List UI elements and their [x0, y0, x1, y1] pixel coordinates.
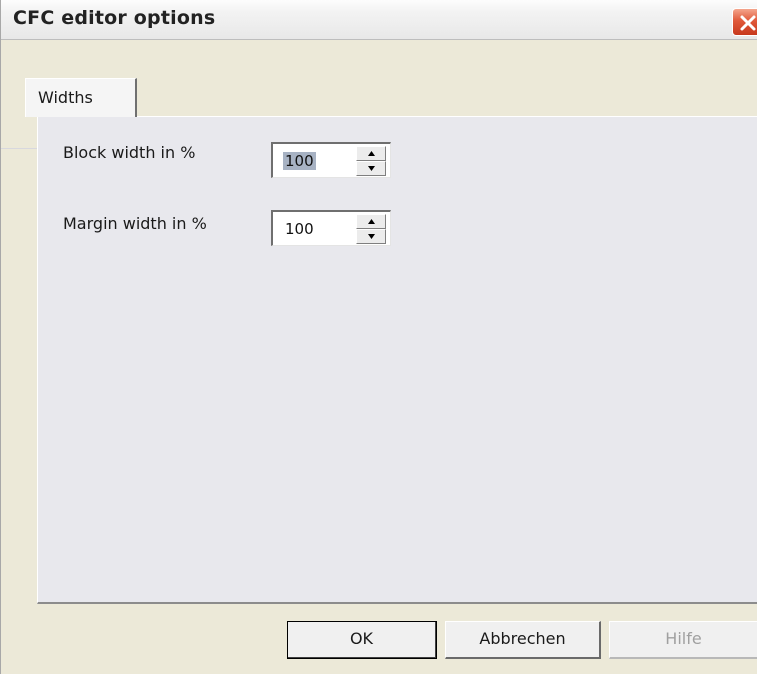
triangle-down-icon [368, 234, 375, 239]
margin-width-decrement-button[interactable] [356, 229, 386, 244]
margin-width-input[interactable]: 100 [283, 220, 316, 238]
dialog-title: CFC editor options [13, 7, 216, 29]
margin-width-spin-buttons [356, 214, 386, 244]
block-width-increment-button[interactable] [356, 146, 386, 161]
block-width-input[interactable]: 100 [283, 152, 316, 170]
help-button[interactable]: Hilfe [609, 621, 757, 659]
ok-button[interactable]: OK [287, 621, 437, 659]
close-x-icon [740, 15, 756, 31]
cancel-button[interactable]: Abbrechen [445, 621, 601, 659]
triangle-up-icon [368, 151, 375, 156]
margin-width-increment-button[interactable] [356, 214, 386, 229]
ok-button-label: OK [349, 629, 374, 648]
triangle-up-icon [368, 219, 375, 224]
block-width-label: Block width in % [63, 143, 196, 162]
margin-width-label: Margin width in % [63, 214, 207, 233]
tab-panel-widths [37, 116, 757, 604]
help-button-label: Hilfe [665, 629, 702, 648]
triangle-down-icon [368, 166, 375, 171]
cancel-button-label: Abbrechen [479, 629, 566, 648]
tab-widths[interactable]: Widths [25, 78, 137, 117]
block-width-spin-buttons [356, 146, 386, 176]
dialog-window: CFC editor options Widths Block width in… [0, 0, 757, 674]
margin-width-spinner[interactable]: 100 [271, 210, 391, 246]
block-width-decrement-button[interactable] [356, 161, 386, 176]
block-width-spinner[interactable]: 100 [271, 142, 391, 178]
title-bar[interactable]: CFC editor options [1, 0, 757, 40]
tab-label: Widths [38, 88, 93, 107]
close-button[interactable] [732, 8, 757, 36]
